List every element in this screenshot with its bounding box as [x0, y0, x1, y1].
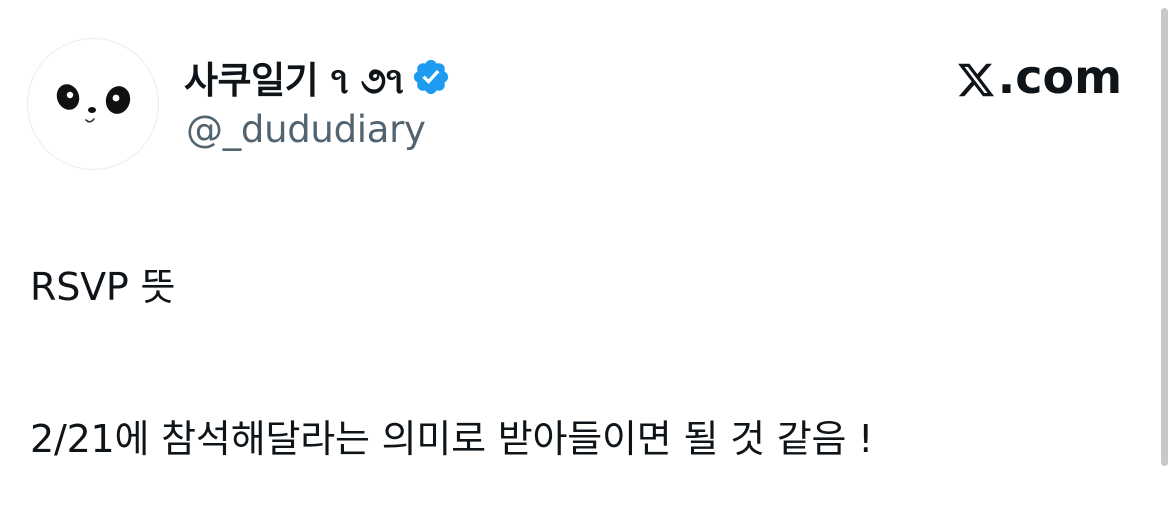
brand-domain-label: .com	[997, 50, 1122, 104]
panda-face-icon	[56, 84, 131, 123]
vertical-scrollbar[interactable]	[1161, 8, 1168, 466]
x-brand-link[interactable]: .com	[956, 50, 1122, 104]
verified-badge-icon	[411, 57, 451, 97]
tweet-text-line: 2/21에 참석해달라는 의미로 받아들이면 될 것 같음 !	[30, 417, 874, 461]
x-logo-icon	[956, 57, 996, 97]
tweet-text-line: RSVP 뜻	[30, 265, 176, 309]
author-display-name[interactable]: 사쿠일기 ૧ ૭૧	[184, 50, 404, 104]
author-name-row: 사쿠일기 ૧ ૭૧	[184, 52, 451, 102]
author-handle[interactable]: @_dududiary	[186, 108, 426, 151]
avatar[interactable]	[27, 38, 159, 170]
